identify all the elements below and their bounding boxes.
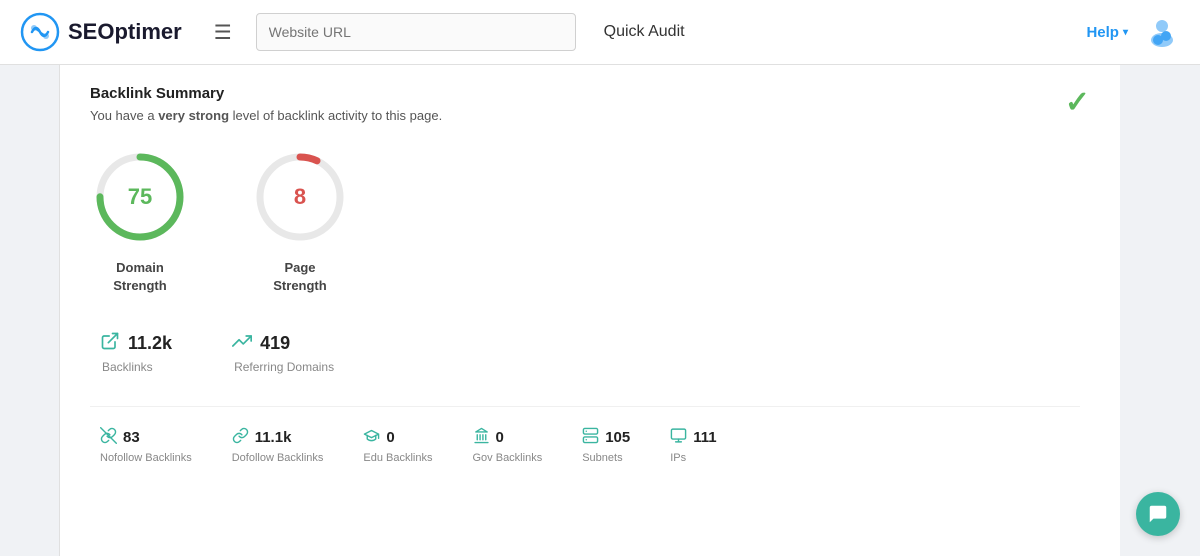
hamburger-icon[interactable]: ☰ (206, 16, 240, 49)
domain-strength-circle: 75 (90, 147, 190, 247)
header: SEOptimer ☰ Quick Audit Help ▾ (0, 0, 1200, 65)
edu-stat: 0 Edu Backlinks (363, 427, 432, 464)
dofollow-label: Dofollow Backlinks (232, 452, 324, 464)
backlinks-value: 11.2k (128, 333, 172, 354)
ips-value: 111 (693, 429, 716, 446)
page-strength-label: Page Strength (273, 259, 326, 295)
edu-label: Edu Backlinks (363, 452, 432, 464)
sidebar (0, 65, 60, 556)
domain-strength-item: 75 Domain Strength (90, 147, 190, 295)
quick-audit-button[interactable]: Quick Audit (592, 23, 697, 41)
gov-label: Gov Backlinks (473, 452, 543, 464)
domain-strength-value: 75 (128, 184, 152, 210)
dofollow-value: 11.1k (255, 429, 292, 446)
logo-text: SEOptimer (68, 19, 182, 45)
nofollow-label: Nofollow Backlinks (100, 452, 192, 464)
referring-domains-stat-top: 419 (232, 331, 290, 356)
referring-domains-stat: 419 Referring Domains (232, 331, 334, 374)
ips-icon (670, 427, 687, 448)
nofollow-icon (100, 427, 117, 448)
subnets-value: 105 (605, 429, 630, 446)
nofollow-value: 83 (123, 429, 140, 446)
nofollow-stat: 83 Nofollow Backlinks (100, 427, 192, 464)
user-icon[interactable] (1144, 14, 1180, 50)
subtitle-pre: You have a (90, 108, 158, 123)
ips-label: IPs (670, 452, 686, 464)
main-layout: ✓ Backlink Summary You have a very stron… (0, 65, 1200, 556)
edu-icon (363, 427, 380, 448)
subtitle-post: level of backlink activity to this page. (229, 108, 442, 123)
right-panel (1120, 65, 1200, 556)
chat-button[interactable] (1136, 492, 1180, 536)
subnets-icon (582, 427, 599, 448)
gov-icon (473, 427, 490, 448)
help-button[interactable]: Help ▾ (1086, 24, 1128, 41)
subnets-stat: 105 Subnets (582, 427, 630, 464)
content-area: ✓ Backlink Summary You have a very stron… (60, 65, 1120, 556)
section-subtitle: You have a very strong level of backlink… (90, 108, 1080, 123)
subtitle-strong: very strong (158, 108, 229, 123)
gov-value: 0 (496, 429, 504, 446)
referring-domains-icon (232, 331, 252, 356)
page-strength-item: 8 Page Strength (250, 147, 350, 295)
backlinks-stat: 11.2k Backlinks (100, 331, 172, 374)
logo-area: SEOptimer (20, 12, 182, 52)
subnets-label: Subnets (582, 452, 622, 464)
dofollow-icon (232, 427, 249, 448)
checkmark-icon: ✓ (1065, 85, 1090, 120)
help-label: Help (1086, 24, 1119, 41)
logo-icon (20, 12, 60, 52)
url-input[interactable] (256, 13, 576, 51)
help-chevron-icon: ▾ (1123, 27, 1128, 38)
backlinks-icon (100, 331, 120, 356)
page-strength-circle: 8 (250, 147, 350, 247)
ips-stat: 111 IPs (670, 427, 716, 464)
backlinks-stat-top: 11.2k (100, 331, 172, 356)
backlinks-label: Backlinks (102, 360, 153, 374)
stats-row: 11.2k Backlinks 419 Referring Domains (90, 331, 1080, 374)
gov-stat: 0 Gov Backlinks (473, 427, 543, 464)
edu-value: 0 (386, 429, 394, 446)
circles-row: 75 Domain Strength 8 Page (90, 147, 1080, 295)
referring-domains-value: 419 (260, 333, 290, 354)
bottom-stats: 83 Nofollow Backlinks 11.1k Dofollow Bac… (90, 406, 1080, 464)
dofollow-stat: 11.1k Dofollow Backlinks (232, 427, 324, 464)
section-title: Backlink Summary (90, 85, 1080, 102)
page-strength-value: 8 (294, 184, 306, 210)
domain-strength-label: Domain Strength (113, 259, 166, 295)
referring-domains-label: Referring Domains (234, 360, 334, 374)
